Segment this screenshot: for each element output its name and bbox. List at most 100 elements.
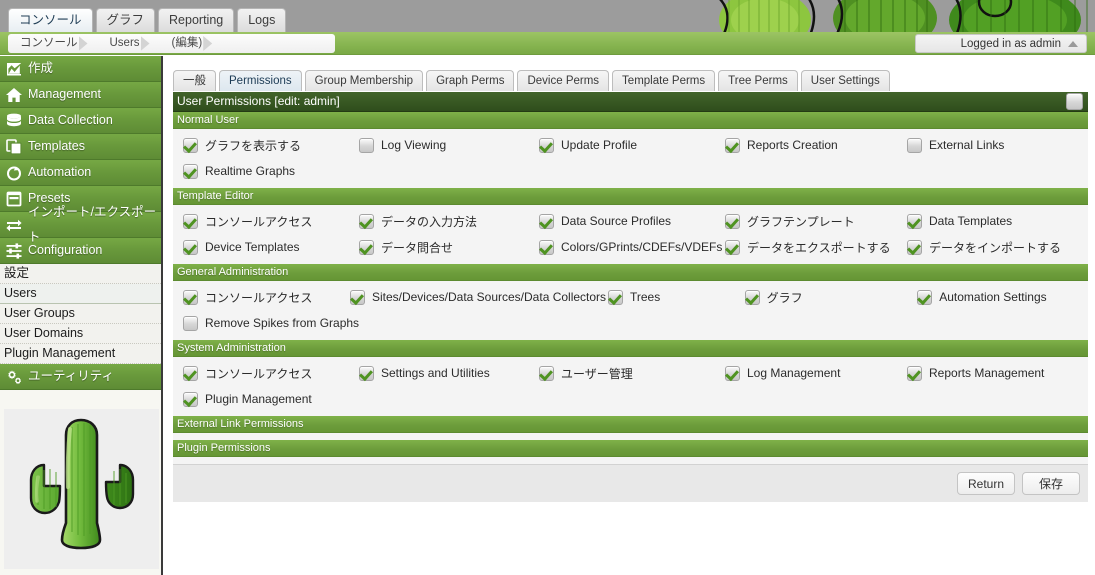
checkbox-icon[interactable] [907,213,922,229]
tab-tree-perms[interactable]: Tree Perms [718,70,798,91]
tab-device-perms[interactable]: Device Perms [517,70,610,91]
checkbox-icon[interactable] [725,137,740,153]
tab-user-settings[interactable]: User Settings [800,70,890,91]
breadcrumb-item-users[interactable]: Users [98,34,160,53]
checkbox-icon[interactable] [359,239,374,255]
checkbox-icon[interactable] [183,365,198,381]
perm-update-profile[interactable]: Update Profile [539,137,725,153]
perm-label: コンソールアクセス [205,214,313,229]
sidebar-item-import-export[interactable]: インポート/エクスポート [0,205,161,244]
sidebar-item-data-collection[interactable]: Data Collection [0,108,161,134]
perm-data-source-profiles[interactable]: Data Source Profiles [539,213,725,229]
tab-template-perms[interactable]: Template Perms [612,70,716,91]
perm-log-management[interactable]: Log Management [725,365,907,381]
sidebar-item-users[interactable]: Users [0,284,161,304]
perm-reports-management[interactable]: Reports Management [907,365,1087,381]
select-all-checkbox[interactable] [1066,93,1083,110]
permission-row: Plugin Management [173,386,1088,412]
perm-colors-gprints-cdefs-vdefs[interactable]: Colors/GPrints/CDEFs/VDEFs [539,239,725,255]
perm-graph-templates[interactable]: グラフテンプレート [725,213,907,230]
main-tab-logs[interactable]: Logs [237,8,287,32]
perm-reports-creation[interactable]: Reports Creation [725,137,907,153]
checkbox-icon[interactable] [539,137,554,153]
main-tab-reporting[interactable]: Reporting [158,8,235,32]
checkbox-icon[interactable] [907,365,922,381]
perm-device-templates[interactable]: Device Templates [173,239,359,255]
user-permissions-panel: User Permissions [edit: admin] Normal Us… [173,92,1088,502]
perm-label: External Links [929,138,1005,152]
checkbox-icon[interactable] [539,239,554,255]
permission-row: コンソールアクセス Settings and Utilities ユーザー管理 … [173,360,1088,386]
sidebar-item-templates[interactable]: Templates [0,134,161,160]
checkbox-icon[interactable] [359,137,374,153]
perm-sites-devices-datasources[interactable]: Sites/Devices/Data Sources/Data Collecto… [349,289,608,305]
checkbox-icon[interactable] [359,213,374,229]
sidebar-item-settings[interactable]: 設定 [0,264,161,284]
perm-sa-console-access[interactable]: コンソールアクセス [173,365,359,382]
perm-view-graphs[interactable]: グラフを表示する [173,137,359,154]
checkbox-icon[interactable] [539,213,554,229]
main-tab-bar[interactable]: コンソール グラフ Reporting Logs [8,5,287,32]
checkbox-icon[interactable] [539,365,554,381]
perm-import-data[interactable]: データをインポートする [907,239,1087,256]
perm-label: Data Source Profiles [561,214,672,228]
perm-te-console-access[interactable]: コンソールアクセス [173,213,359,230]
sidebar-item-plugin-management[interactable]: Plugin Management [0,344,161,364]
perm-ga-console-access[interactable]: コンソールアクセス [173,289,350,306]
sidebar-item-user-groups[interactable]: User Groups [0,304,161,324]
sidebar-item-create[interactable]: 作成 [0,56,161,82]
checkbox-icon[interactable] [183,391,198,407]
main-tab-console[interactable]: コンソール [8,8,93,32]
perm-data-templates[interactable]: Data Templates [907,213,1087,229]
checkbox-icon[interactable] [183,163,198,179]
logged-in-user-menu[interactable]: Logged in as admin [915,34,1087,53]
return-button[interactable]: Return [957,472,1015,495]
checkbox-icon[interactable] [907,239,922,255]
tab-graph-perms[interactable]: Graph Perms [426,70,515,91]
perm-export-data[interactable]: データをエクスポートする [725,239,907,256]
perm-log-viewing[interactable]: Log Viewing [359,137,539,153]
perm-settings-and-utilities[interactable]: Settings and Utilities [359,365,539,381]
perm-graphs[interactable]: グラフ [744,289,918,306]
checkbox-icon[interactable] [725,365,740,381]
permission-tab-bar[interactable]: 一般 Permissions Group Membership Graph Pe… [173,67,890,91]
checkbox-icon[interactable] [607,289,623,305]
sidebar-item-utilities[interactable]: ユーティリティ [0,364,161,390]
breadcrumb-item-edit[interactable]: (編集) [160,34,223,53]
section-header-template-editor: Template Editor [173,188,1088,205]
perm-user-management[interactable]: ユーザー管理 [539,365,725,382]
sidebar-label: Templates [28,139,85,153]
perm-automation-settings[interactable]: Automation Settings [917,289,1088,305]
checkbox-icon[interactable] [183,137,198,153]
save-button[interactable]: 保存 [1022,472,1080,495]
breadcrumb-item-console[interactable]: コンソール [8,34,98,53]
checkbox-icon[interactable] [359,365,374,381]
checkbox-icon[interactable] [725,213,740,229]
checkbox-icon[interactable] [725,239,740,255]
checkbox-icon[interactable] [183,239,198,255]
perm-plugin-management[interactable]: Plugin Management [173,391,359,407]
tab-permissions[interactable]: Permissions [219,70,302,91]
perm-remove-spikes[interactable]: Remove Spikes from Graphs [173,315,360,331]
perm-data-input-methods[interactable]: データの入力方法 [359,213,539,230]
perm-external-links[interactable]: External Links [907,137,1087,153]
checkbox-icon[interactable] [907,137,922,153]
perm-label: Remove Spikes from Graphs [205,316,360,330]
sidebar-item-management[interactable]: Management [0,82,161,108]
checkbox-icon[interactable] [183,213,198,229]
permission-row: グラフを表示する Log Viewing Update Profile Repo… [173,132,1088,158]
main-tab-graphs[interactable]: グラフ [95,8,156,32]
perm-trees[interactable]: Trees [607,289,745,305]
perm-data-queries[interactable]: データ問合せ [359,239,539,256]
checkbox-icon[interactable] [183,315,198,331]
database-icon [6,113,22,129]
sidebar-item-user-domains[interactable]: User Domains [0,324,161,344]
checkbox-icon[interactable] [917,289,933,305]
sidebar-item-automation[interactable]: Automation [0,160,161,186]
tab-general[interactable]: 一般 [173,70,216,91]
checkbox-icon[interactable] [349,289,365,305]
checkbox-icon[interactable] [183,289,198,305]
checkbox-icon[interactable] [744,289,760,305]
tab-group-membership[interactable]: Group Membership [304,70,424,91]
perm-realtime-graphs[interactable]: Realtime Graphs [173,163,359,179]
